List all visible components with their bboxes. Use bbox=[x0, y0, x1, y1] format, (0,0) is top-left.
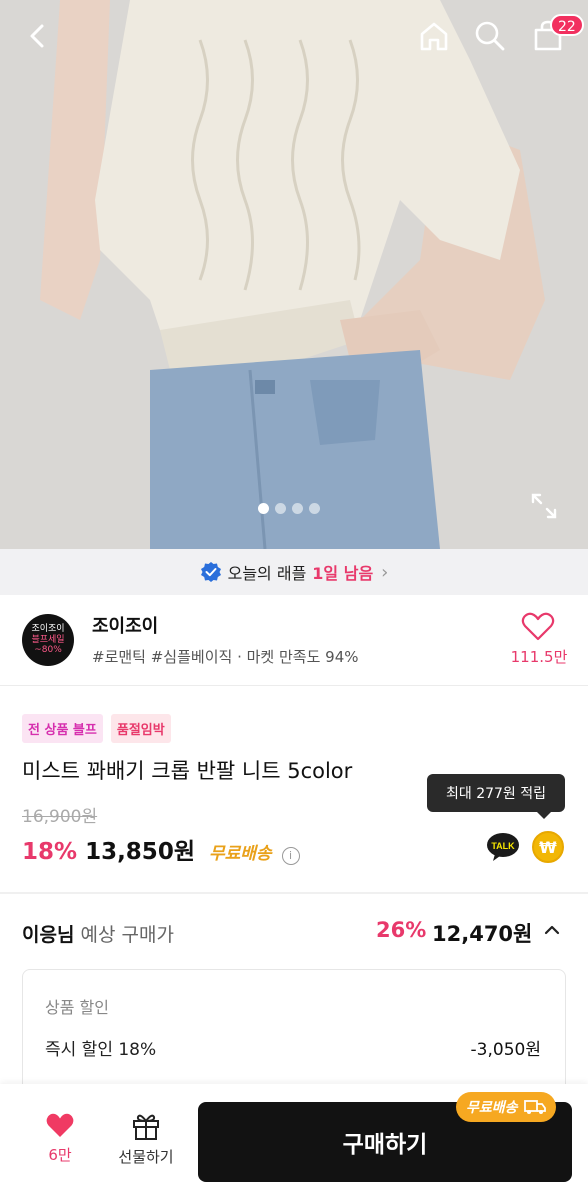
kakao-talk-icon[interactable]: TALK bbox=[486, 832, 520, 862]
bottom-action-bar: 6만 선물하기 구매하기 무료배송 bbox=[0, 1084, 588, 1200]
like-count: 6만 bbox=[48, 1146, 72, 1164]
fullscreen-button[interactable] bbox=[528, 490, 560, 522]
expected-price-caption: 예상 구매가 bbox=[74, 924, 174, 946]
search-icon bbox=[475, 21, 505, 51]
gift-icon bbox=[133, 1114, 159, 1140]
info-icon[interactable]: i bbox=[281, 846, 300, 865]
seller-logo-line1: 조이조이 bbox=[31, 624, 65, 635]
heart-outline-icon[interactable] bbox=[520, 610, 556, 642]
chevron-up-icon[interactable] bbox=[540, 918, 564, 942]
expected-price: 12,470원 bbox=[432, 922, 533, 946]
sale-price: 13,850원 bbox=[85, 839, 195, 865]
chevron-right-icon: › bbox=[381, 561, 389, 583]
seller-row[interactable]: 조이조이 블프세일 ~80% 조이조이 #로맨틱 #심플베이직 · 마켓 만족도… bbox=[0, 596, 588, 686]
favorite-count: 111.5만 bbox=[510, 648, 568, 666]
discount-rate: 18% bbox=[22, 839, 78, 865]
cart-count-badge: 22 bbox=[550, 14, 584, 36]
product-photo bbox=[0, 0, 588, 549]
home-button[interactable] bbox=[410, 12, 458, 60]
gift-label: 선물하기 bbox=[118, 1148, 174, 1166]
top-bar: 22 bbox=[0, 0, 588, 72]
raffle-remaining: 1일 남음 bbox=[312, 564, 374, 583]
seller-tags: #로맨틱 #심플베이직 · 마켓 만족도 94% bbox=[92, 648, 359, 666]
heart-filled-icon bbox=[46, 1113, 74, 1137]
search-button[interactable] bbox=[466, 12, 514, 60]
price-row: 18% 13,850원 무료배송 i bbox=[22, 832, 300, 866]
free-shipping-pill-label: 무료배송 bbox=[466, 1100, 518, 1116]
seller-logo-line2: 블프세일 bbox=[31, 634, 65, 645]
gift-button[interactable]: 선물하기 bbox=[104, 1112, 188, 1176]
gallery-dot[interactable] bbox=[275, 503, 286, 514]
raffle-text: 오늘의 래플 bbox=[227, 564, 307, 583]
points-tooltip: 최대 277원 적립 bbox=[427, 774, 565, 819]
instant-discount-value: -3,050원 bbox=[470, 1040, 541, 1060]
product-discount-title: 상품 할인 bbox=[45, 998, 109, 1017]
verified-check-icon bbox=[200, 562, 221, 582]
instant-discount-label: 즉시 할인 18% bbox=[45, 1040, 157, 1060]
gallery-dot[interactable] bbox=[258, 503, 269, 514]
seller-name[interactable]: 조이조이 bbox=[92, 612, 158, 638]
product-image[interactable] bbox=[0, 0, 588, 549]
truck-icon bbox=[523, 1100, 546, 1114]
free-shipping-pill: 무료배송 bbox=[456, 1092, 556, 1122]
gallery-indicator bbox=[258, 503, 320, 514]
expected-discount: 26% bbox=[376, 918, 427, 942]
gallery-dot[interactable] bbox=[292, 503, 303, 514]
free-shipping-label: 무료배송 bbox=[208, 844, 272, 864]
expand-icon bbox=[531, 493, 557, 519]
seller-logo[interactable]: 조이조이 블프세일 ~80% bbox=[22, 614, 74, 666]
talk-label: TALK bbox=[491, 841, 515, 851]
badge-black-friday: 전 상품 블프 bbox=[22, 714, 103, 743]
seller-logo-line3: ~80% bbox=[34, 645, 62, 656]
chevron-left-icon bbox=[30, 24, 44, 48]
gallery-dot[interactable] bbox=[309, 503, 320, 514]
expected-price-row[interactable]: 이응님 예상 구매가 26% 12,470원 bbox=[0, 894, 588, 968]
product-badges: 전 상품 블프 품절임박 bbox=[22, 714, 171, 743]
user-name: 이응님 bbox=[22, 924, 75, 946]
badge-almost-soldout: 품절임박 bbox=[110, 714, 171, 743]
raffle-banner[interactable]: 오늘의 래플 1일 남음 › bbox=[0, 549, 588, 595]
like-button[interactable]: 6만 bbox=[20, 1112, 100, 1176]
back-button[interactable] bbox=[14, 12, 62, 60]
expected-price-label: 이응님 예상 구매가 bbox=[22, 920, 174, 947]
home-icon bbox=[420, 22, 448, 51]
won-point-icon[interactable]: ₩ bbox=[532, 831, 564, 863]
product-title: 미스트 꽈배기 크롭 반팔 니트 5color bbox=[22, 759, 353, 783]
original-price: 16,900원 bbox=[22, 807, 98, 827]
